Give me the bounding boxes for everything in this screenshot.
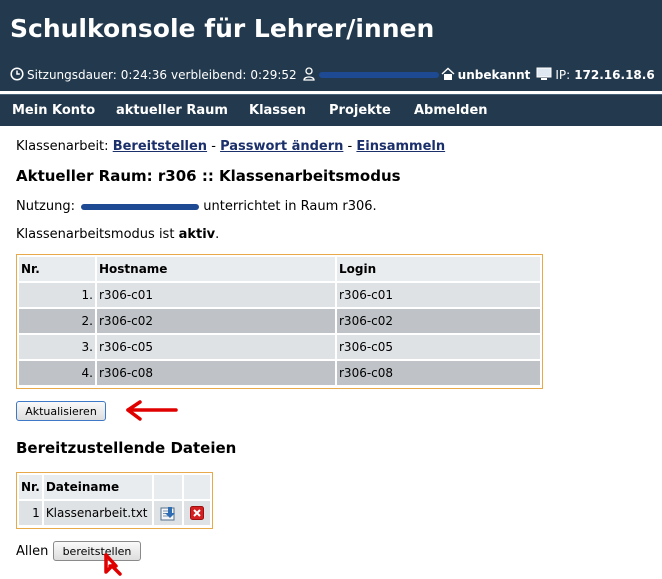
col-header-hostname: Hostname <box>97 257 335 281</box>
col-header-blank <box>153 475 182 499</box>
table-row: 4. r306-c08 r306-c08 <box>19 361 540 385</box>
user-icon <box>303 66 315 84</box>
room-heading: Aktueller Raum: r306 :: Klassenarbeitsmo… <box>16 167 401 185</box>
nav-abmelden[interactable]: Abmelden <box>414 103 488 118</box>
remaining-label: verbleibend: <box>171 68 247 82</box>
monitor-icon <box>536 67 552 84</box>
row-hostname: r306-c05 <box>97 335 335 359</box>
refresh-button[interactable]: Aktualisieren <box>16 401 106 421</box>
table-row: 2. r306-c02 r306-c02 <box>19 309 540 333</box>
main-content: Klassenarbeit: Bereitstellen - Passwort … <box>0 126 662 579</box>
link-einsammeln[interactable]: Einsammeln <box>356 139 445 154</box>
row-hostname: r306-c08 <box>97 361 335 385</box>
teacher-name-redacted <box>81 203 200 210</box>
col-header-nr: Nr. <box>19 475 42 499</box>
row-login: r306-c01 <box>337 283 540 307</box>
mode-line: Klassenarbeitsmodus ist aktiv. <box>16 227 219 242</box>
files-table-box: Nr. Dateiname 1 Klassenarbeit.txt <box>16 472 213 529</box>
row-hostname: r306-c02 <box>97 309 335 333</box>
exam-links-label: Klassenarbeit: <box>16 139 109 154</box>
status-bar: Sitzungsdauer: 0:24:36 verbleibend: 0:29… <box>10 66 655 84</box>
annotation-arrow-refresh <box>126 400 178 421</box>
all-label: Allen <box>16 544 49 559</box>
clock-icon <box>10 66 24 84</box>
table-row: 3. r306-c05 r306-c05 <box>19 335 540 359</box>
nav-projekte[interactable]: Projekte <box>329 103 391 118</box>
file-name: Klassenarbeit.txt <box>43 501 152 525</box>
table-row: 1. r306-c01 r306-c01 <box>19 283 540 307</box>
files-heading: Bereitzustellende Dateien <box>16 439 237 457</box>
delete-icon[interactable] <box>183 501 210 525</box>
upload-icon[interactable] <box>153 501 182 525</box>
annotation-arrow-provide <box>104 553 122 576</box>
row-hostname: r306-c01 <box>97 283 335 307</box>
col-header-blank <box>183 475 210 499</box>
ip-value: 172.16.18.6 <box>574 68 655 82</box>
row-nr: 4. <box>19 361 95 385</box>
nav-mein-konto[interactable]: Mein Konto <box>12 103 95 118</box>
hosts-table-box: Nr. Hostname Login 1. r306-c01 r306-c01 … <box>16 254 543 389</box>
nav-aktueller-raum[interactable]: aktueller Raum <box>116 103 228 118</box>
home-icon <box>441 67 455 84</box>
hosts-table: Nr. Hostname Login 1. r306-c01 r306-c01 … <box>17 255 542 387</box>
files-table: Nr. Dateiname 1 Klassenarbeit.txt <box>17 473 212 527</box>
hosts-table-header: Nr. Hostname Login <box>19 257 540 281</box>
link-separator: - <box>211 139 216 154</box>
session-label: Sitzungsdauer: <box>27 68 117 82</box>
mode-status: aktiv <box>178 227 216 242</box>
link-bereitstellen[interactable]: Bereitstellen <box>113 139 207 154</box>
col-header-nr: Nr. <box>19 257 95 281</box>
main-nav: Mein Konto aktueller Raum Klassen Projek… <box>0 94 662 126</box>
app-title: Schulkonsole für Lehrer/innen <box>10 14 435 43</box>
link-passwort-aendern[interactable]: Passwort ändern <box>220 139 343 154</box>
row-nr: 1. <box>19 283 95 307</box>
header: Schulkonsole für Lehrer/innen Sitzungsda… <box>0 0 662 91</box>
exam-links-bar: Klassenarbeit: Bereitstellen - Passwort … <box>16 139 445 154</box>
location-value: unbekannt <box>457 68 531 82</box>
nav-klassen[interactable]: Klassen <box>249 103 306 118</box>
files-table-header: Nr. Dateiname <box>19 475 210 499</box>
col-header-dateiname: Dateiname <box>43 475 152 499</box>
row-nr: 3. <box>19 335 95 359</box>
row-login: r306-c08 <box>337 361 540 385</box>
link-separator: - <box>347 139 353 154</box>
ip-label: IP: <box>555 68 571 82</box>
username-redacted <box>318 72 439 78</box>
row-login: r306-c02 <box>337 309 540 333</box>
row-login: r306-c05 <box>337 335 540 359</box>
row-nr: 2. <box>19 309 95 333</box>
remaining-value: 0:29:52 <box>250 68 297 82</box>
session-value: 0:24:36 <box>120 68 168 82</box>
file-nr: 1 <box>19 501 42 525</box>
usage-suffix: unterrichtet in Raum r306. <box>203 199 377 214</box>
table-row: 1 Klassenarbeit.txt <box>19 501 210 525</box>
col-header-login: Login <box>337 257 540 281</box>
mode-text: Klassenarbeitsmodus ist <box>16 227 175 242</box>
usage-line: Nutzung: unterrichtet in Raum r306. <box>16 199 377 214</box>
mode-text-end: . <box>215 227 220 242</box>
usage-prefix: Nutzung: <box>16 199 75 214</box>
